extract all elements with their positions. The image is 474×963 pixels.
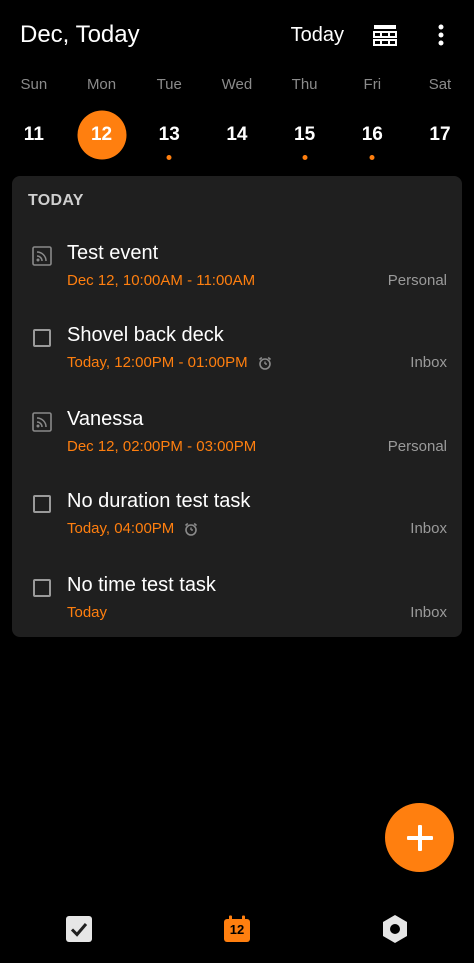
item-time-text: Today	[67, 604, 108, 621]
item-title: No duration test task	[67, 490, 251, 512]
add-fab-button[interactable]	[385, 803, 454, 872]
weekday-mon: Mon	[86, 76, 117, 93]
item-list-name: Personal	[387, 438, 447, 455]
item-time: Dec 12, 10:00AM - 11:00AM	[67, 272, 255, 289]
agenda-item-task[interactable]: No duration test task Today, 04:00PM Inb…	[12, 482, 462, 552]
more-vertical-icon[interactable]	[428, 22, 454, 48]
weekday-wed: Wed	[221, 76, 253, 93]
date-number: 11	[23, 124, 44, 145]
item-time-text: Today, 04:00PM	[67, 520, 175, 537]
calendar-feed-icon	[31, 245, 53, 267]
calendar-icon-date: 12	[229, 922, 245, 937]
item-title: No time test task	[67, 574, 216, 596]
item-time-text: Today, 12:00PM - 01:00PM	[67, 354, 248, 371]
week-strip: Sun Mon Tue Wed Thu Fri Sat 11 12 13 14	[0, 70, 474, 170]
item-time: Dec 12, 02:00PM - 03:00PM	[67, 438, 256, 455]
date-number: 13	[158, 124, 180, 145]
item-time: Today, 12:00PM - 01:00PM	[67, 354, 272, 371]
date-cell-15[interactable]: 15	[271, 110, 339, 160]
agenda-item-event[interactable]: Test event Dec 12, 10:00AM - 11:00AM Per…	[12, 234, 462, 304]
top-app-bar: Dec, Today Today	[0, 0, 474, 70]
date-cell-11[interactable]: 11	[0, 110, 68, 160]
agenda-item-task[interactable]: No time test task Today Inbox	[12, 566, 462, 636]
weekday-thu: Thu	[291, 76, 318, 93]
task-checkbox[interactable]	[33, 329, 51, 347]
item-list-name: Inbox	[410, 520, 447, 537]
today-button[interactable]: Today	[291, 24, 344, 47]
calendar-feed-icon	[31, 411, 53, 433]
agenda-section-header: TODAY	[28, 192, 84, 209]
tasks-check-icon	[66, 916, 92, 942]
date-row: 11 12 13 14 15 16 17	[0, 110, 474, 160]
date-number: 12	[90, 124, 113, 145]
app-screen: Dec, Today Today Sun Mon Tue Wed Thu Fri…	[0, 0, 474, 963]
alarm-clock-icon	[184, 522, 198, 536]
date-cell-17[interactable]: 17	[406, 110, 474, 160]
item-list-name: Inbox	[410, 604, 447, 621]
weekday-row: Sun Mon Tue Wed Thu Fri Sat	[0, 76, 474, 93]
date-cell-14[interactable]: 14	[203, 110, 271, 160]
weekday-sun: Sun	[20, 76, 48, 93]
calendar-icon: 12	[223, 915, 251, 943]
nav-tasks[interactable]	[0, 895, 158, 963]
item-title: Vanessa	[67, 408, 144, 430]
weekday-tue: Tue	[156, 76, 182, 93]
event-dot	[369, 155, 375, 160]
nav-settings[interactable]	[316, 895, 474, 963]
item-time: Today	[67, 604, 107, 621]
item-list-name: Inbox	[410, 354, 447, 371]
date-number: 17	[429, 124, 451, 145]
task-checkbox[interactable]	[33, 579, 51, 597]
agenda-item-event[interactable]: Vanessa Dec 12, 02:00PM - 03:00PM Person…	[12, 400, 462, 470]
task-checkbox[interactable]	[33, 495, 51, 513]
plus-icon	[406, 824, 433, 851]
bottom-navigation: 12	[0, 895, 474, 963]
week-view-icon[interactable]	[372, 22, 398, 48]
date-number: 15	[294, 124, 316, 145]
agenda-card: TODAY Test event Dec 12, 10:00AM - 11:00…	[12, 176, 462, 637]
item-title: Test event	[67, 242, 159, 264]
settings-hexagon-icon	[383, 915, 407, 943]
event-dot	[302, 155, 308, 160]
alarm-clock-icon	[258, 356, 272, 370]
agenda-item-task[interactable]: Shovel back deck Today, 12:00PM - 01:00P…	[12, 316, 462, 386]
month-title[interactable]: Dec, Today	[20, 21, 291, 49]
weekday-fri: Fri	[363, 76, 382, 93]
item-time: Today, 04:00PM	[67, 520, 198, 537]
item-title: Shovel back deck	[67, 324, 224, 346]
date-cell-16[interactable]: 16	[338, 110, 406, 160]
weekday-sat: Sat	[428, 76, 452, 93]
item-time-text: Dec 12, 10:00AM - 11:00AM	[67, 272, 256, 289]
item-time-text: Dec 12, 02:00PM - 03:00PM	[67, 438, 257, 455]
item-list-name: Personal	[387, 272, 447, 289]
date-cell-12-selected[interactable]: 12	[68, 110, 136, 160]
date-number: 14	[226, 124, 248, 145]
date-number: 16	[361, 124, 383, 145]
nav-calendar[interactable]: 12	[158, 895, 316, 963]
date-cell-13[interactable]: 13	[135, 110, 203, 160]
event-dot	[166, 155, 172, 160]
